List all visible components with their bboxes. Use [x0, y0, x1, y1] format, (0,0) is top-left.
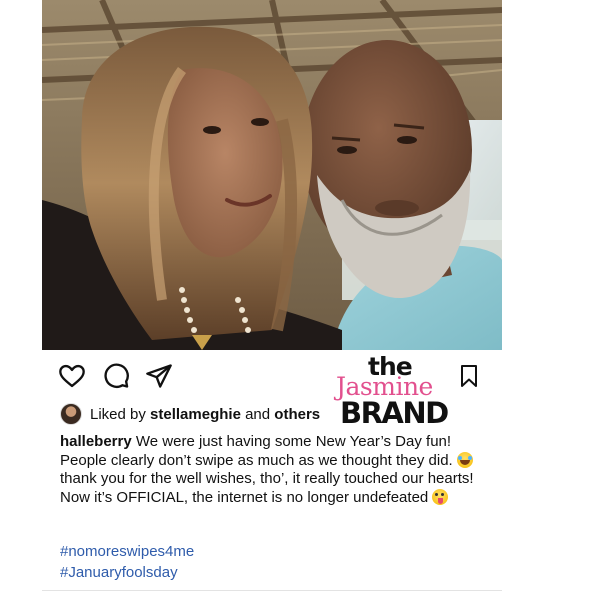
- post-caption: halleberry We were just having some New …: [60, 433, 500, 507]
- post-divider: [42, 590, 502, 591]
- likes-others-link[interactable]: others: [274, 406, 320, 423]
- hashtag-link[interactable]: #nomoreswipes4me: [60, 541, 194, 562]
- liker-avatar[interactable]: [60, 403, 82, 425]
- comment-icon[interactable]: [102, 362, 130, 390]
- face-with-tears-of-joy-emoji-icon: [456, 451, 473, 468]
- winking-face-with-tongue-emoji-icon: [432, 488, 449, 505]
- liker-username-link[interactable]: stellameghie: [150, 406, 241, 423]
- selfie-photo-image: [42, 0, 502, 350]
- thejasminebrand-watermark: the Jasmine BRAND: [334, 352, 464, 430]
- likes-summary: Liked by stellameghie and others: [60, 403, 320, 425]
- instagram-post: the Jasmine BRAND Liked by stellameghie …: [42, 0, 502, 595]
- watermark-brand: BRAND: [340, 396, 449, 430]
- hashtag-list: #nomoreswipes4me #Januaryfoolsday: [60, 541, 194, 583]
- likes-middle: and: [240, 405, 275, 423]
- page: the Jasmine BRAND Liked by stellameghie …: [0, 0, 595, 595]
- post-photo[interactable]: [42, 0, 502, 350]
- caption-text-part2: thank you for the well wishes, tho’, it …: [60, 470, 474, 506]
- heart-icon[interactable]: [58, 362, 86, 390]
- hashtag-link[interactable]: #Januaryfoolsday: [60, 562, 194, 583]
- paper-plane-icon[interactable]: [145, 362, 173, 390]
- likes-prefix: Liked by: [90, 405, 151, 423]
- caption-username-link[interactable]: halleberry: [60, 433, 132, 450]
